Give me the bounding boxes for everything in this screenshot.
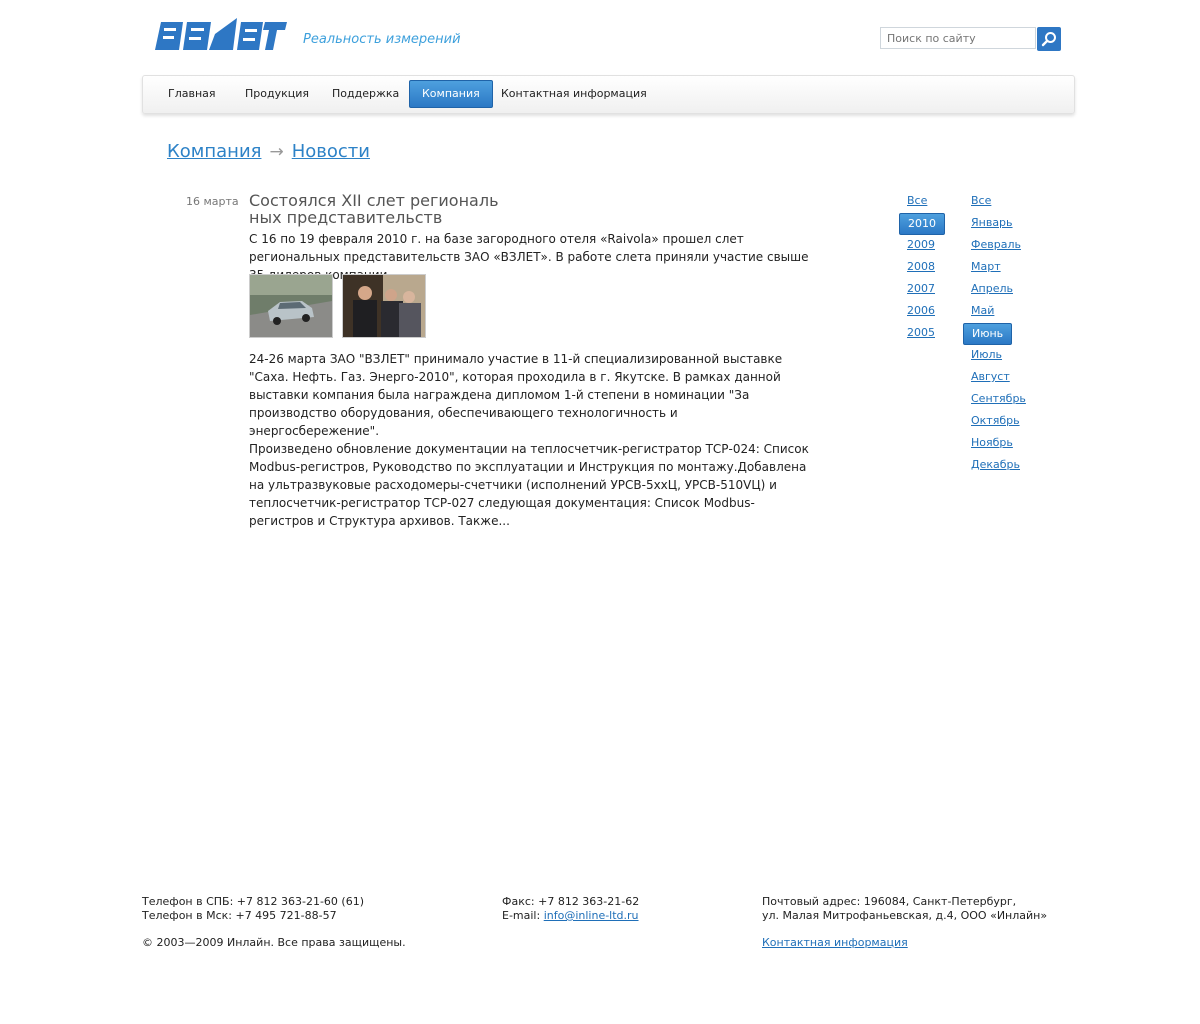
- month-link[interactable]: Июль: [971, 348, 1002, 361]
- car-photo-icon: [250, 275, 332, 337]
- people-photo-icon: [343, 275, 425, 337]
- month-filter-may[interactable]: Май: [971, 301, 994, 321]
- search-input[interactable]: [880, 27, 1036, 49]
- month-link[interactable]: Ноябрь: [971, 436, 1013, 449]
- nav-item-support[interactable]: Поддержка: [332, 81, 399, 107]
- month-filter-october[interactable]: Октябрь: [971, 411, 1020, 431]
- site-logo[interactable]: [153, 16, 288, 52]
- news-title-line: Состоялся XII слет региональ: [249, 191, 499, 210]
- month-link[interactable]: Январь: [971, 216, 1013, 229]
- month-link[interactable]: Все: [971, 194, 991, 207]
- footer-address-line: ул. Малая Митрофаньевская, д.4, ООО «Инл…: [762, 909, 1048, 922]
- month-filter-june[interactable]: Июнь: [963, 323, 1013, 345]
- search-form: [880, 27, 1061, 51]
- month-filter-april[interactable]: Апрель: [971, 279, 1013, 299]
- nav-item-company[interactable]: Компания: [409, 80, 493, 108]
- footer-contacts-link[interactable]: Контактная информация: [762, 936, 908, 949]
- year-link[interactable]: 2007: [907, 282, 935, 295]
- nav-item-products[interactable]: Продукция: [245, 81, 309, 107]
- month-link[interactable]: Март: [971, 260, 1001, 273]
- news-photo-car[interactable]: [249, 274, 333, 338]
- arrow-right-icon: →: [269, 142, 284, 162]
- footer-contacts: Контактная информация: [762, 936, 908, 950]
- footer-copyright: © 2003—2009 Инлайн. Все права защищены.: [142, 936, 406, 949]
- month-filter-december[interactable]: Декабрь: [971, 455, 1020, 475]
- month-filter-august[interactable]: Август: [971, 367, 1010, 387]
- breadcrumb-company-link[interactable]: Компания: [167, 141, 261, 162]
- month-filter-july[interactable]: Июль: [971, 345, 1002, 365]
- footer-email-link[interactable]: info@inline-ltd.ru: [544, 909, 639, 922]
- year-link[interactable]: 2006: [907, 304, 935, 317]
- month-filter-september[interactable]: Сентябрь: [971, 389, 1026, 409]
- news-paragraph: 24-26 марта ЗАО "ВЗЛЕТ" принимало участи…: [249, 352, 783, 438]
- news-date: 16 марта: [186, 195, 239, 208]
- year-link[interactable]: 2005: [907, 326, 935, 339]
- month-filter-november[interactable]: Ноябрь: [971, 433, 1013, 453]
- month-link[interactable]: Октябрь: [971, 414, 1020, 427]
- footer-phones: Телефон в СПБ: +7 812 363-21-60 (61) Тел…: [142, 895, 364, 923]
- news-paragraph: С 16 по 19 февраля 2010 г. на базе загор…: [249, 232, 809, 282]
- year-filter-2010[interactable]: 2010: [899, 213, 945, 235]
- year-filter-2005[interactable]: 2005: [907, 323, 935, 343]
- footer-fax-email: Факс: +7 812 363-21-62 E-mail: info@inli…: [502, 895, 639, 923]
- news-title[interactable]: Состоялся XII слет региональ ных предста…: [249, 192, 519, 226]
- month-link[interactable]: Февраль: [971, 238, 1021, 251]
- year-filter-2007[interactable]: 2007: [907, 279, 935, 299]
- year-link[interactable]: Все: [907, 194, 927, 207]
- month-link[interactable]: Декабрь: [971, 458, 1020, 471]
- news-paragraph: Произведено обновление документации на т…: [249, 442, 809, 528]
- month-link[interactable]: Май: [971, 304, 994, 317]
- month-filter-all[interactable]: Все: [971, 191, 991, 211]
- site-slogan: Реальность измерений: [303, 32, 461, 47]
- footer-fax: Факс: +7 812 363-21-62: [502, 895, 640, 908]
- month-filter-february[interactable]: Февраль: [971, 235, 1021, 255]
- news-photo-meeting[interactable]: [342, 274, 426, 338]
- footer-email-label: E-mail:: [502, 909, 541, 922]
- news-title-line: ных представительств: [249, 208, 443, 227]
- search-button[interactable]: [1037, 27, 1061, 51]
- footer-phone-spb: Телефон в СПБ: +7 812 363-21-60 (61): [142, 895, 364, 908]
- breadcrumb-news-link[interactable]: Новости: [292, 141, 370, 162]
- footer-phone-msk: Телефон в Мск: +7 495 721-88-57: [142, 909, 337, 922]
- breadcrumb: Компания → Новости: [167, 141, 370, 162]
- year-filter-2006[interactable]: 2006: [907, 301, 935, 321]
- year-filter-2008[interactable]: 2008: [907, 257, 935, 277]
- month-link[interactable]: Апрель: [971, 282, 1013, 295]
- year-filter-2009[interactable]: 2009: [907, 235, 935, 255]
- month-filter-march[interactable]: Март: [971, 257, 1001, 277]
- search-icon: [1041, 32, 1056, 47]
- month-link[interactable]: Сентябрь: [971, 392, 1026, 405]
- footer-address-line: Почтовый адрес: 196084, Санкт-Петербург,: [762, 895, 1017, 908]
- nav-item-contacts[interactable]: Контактная информация: [501, 81, 647, 107]
- month-filter-january[interactable]: Январь: [971, 213, 1013, 233]
- month-link[interactable]: Август: [971, 370, 1010, 383]
- year-filter-all[interactable]: Все: [907, 191, 927, 211]
- vzlet-logo-icon: [155, 18, 287, 50]
- nav-item-home[interactable]: Главная: [168, 81, 216, 107]
- footer-address: Почтовый адрес: 196084, Санкт-Петербург,…: [762, 895, 1047, 923]
- year-link[interactable]: 2008: [907, 260, 935, 273]
- year-link[interactable]: 2009: [907, 238, 935, 251]
- main-nav: Главная Продукция Поддержка Компания Кон…: [142, 75, 1075, 114]
